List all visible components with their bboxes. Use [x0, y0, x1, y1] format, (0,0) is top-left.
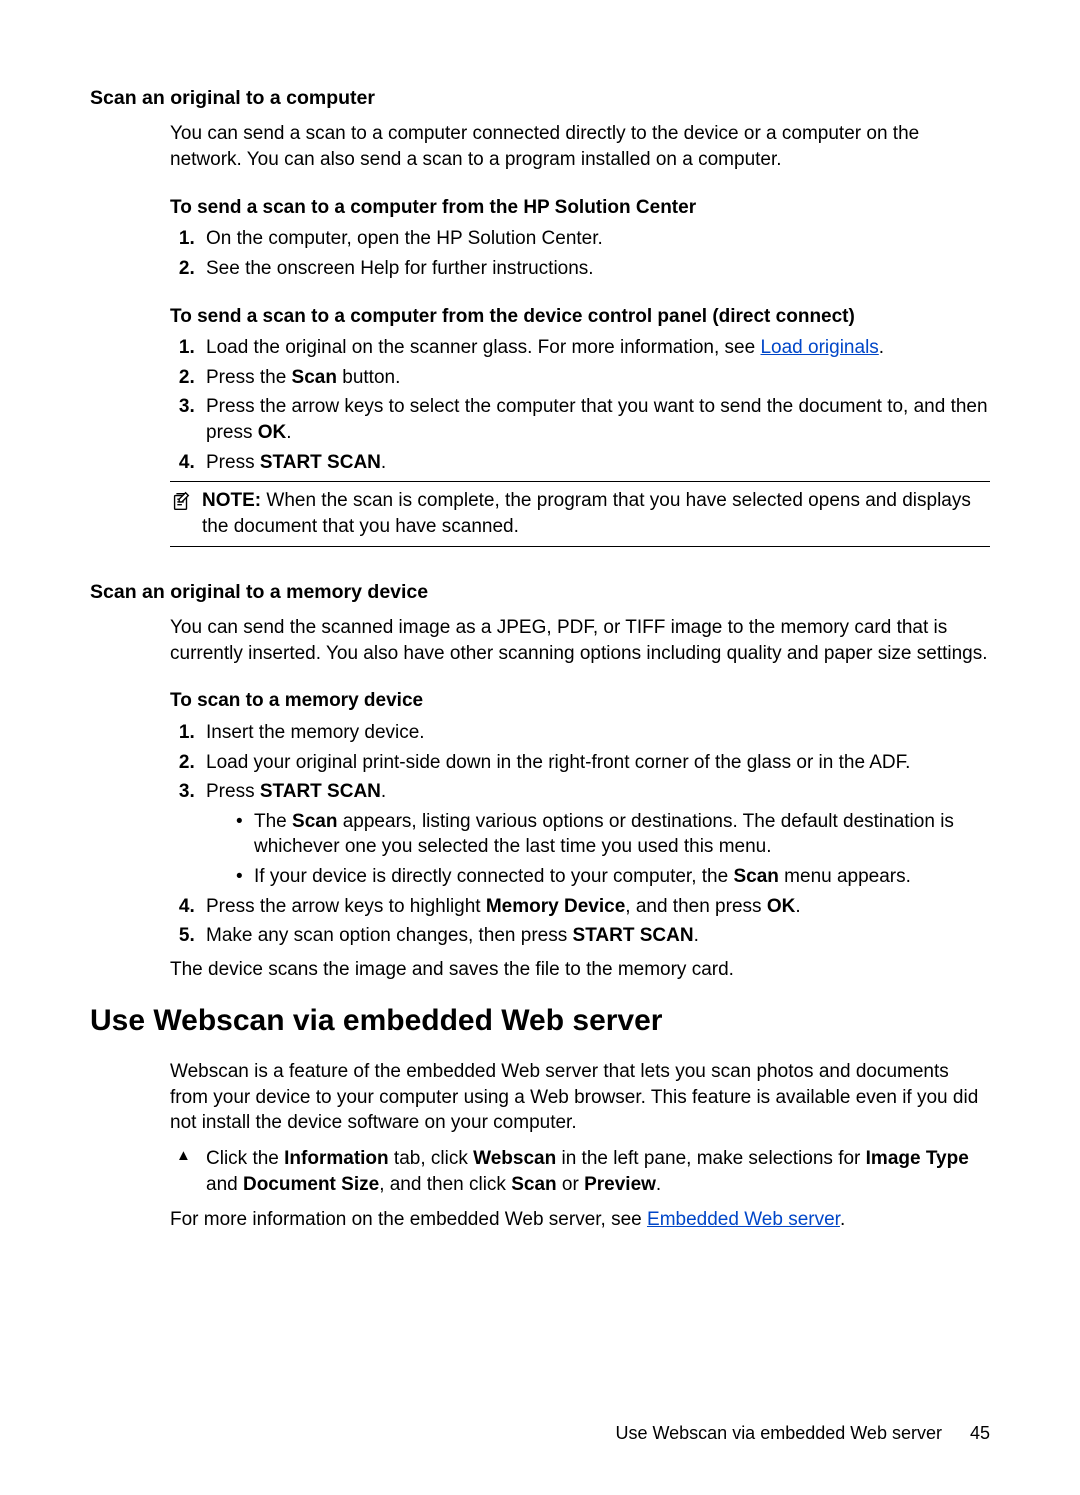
list-item: See the onscreen Help for further instru…	[200, 256, 990, 282]
text: .	[381, 452, 386, 473]
text: appears, listing various options or dest…	[254, 811, 954, 858]
link-load-originals[interactable]: Load originals	[760, 337, 878, 358]
ui-ref: Document Size	[243, 1174, 379, 1195]
ui-ref: START SCAN	[260, 452, 381, 473]
intro-para: Webscan is a feature of the embedded Web…	[170, 1059, 990, 1136]
link-embedded-web-server[interactable]: Embedded Web server	[647, 1209, 840, 1230]
ui-ref: START SCAN	[573, 925, 694, 946]
footer-title: Use Webscan via embedded Web server	[615, 1423, 942, 1443]
list-item: Press START SCAN. The Scan appears, list…	[200, 779, 990, 890]
ui-ref: Memory Device	[486, 896, 625, 917]
intro-para: You can send the scanned image as a JPEG…	[170, 615, 990, 666]
subheading-memory-device: To scan to a memory device	[170, 688, 990, 714]
text: Load the original on the scanner glass. …	[206, 337, 760, 358]
steps-memory-device: Insert the memory device. Load your orig…	[170, 720, 990, 949]
page-number: 45	[970, 1423, 990, 1443]
list-item: Make any scan option changes, then press…	[200, 923, 990, 949]
list-item: The Scan appears, listing various option…	[236, 809, 990, 860]
list-item: Press the arrow keys to select the compu…	[200, 394, 990, 445]
text: Press the arrow keys to select the compu…	[206, 396, 988, 443]
text: The	[254, 811, 292, 832]
text: or	[557, 1174, 584, 1195]
list-item: Press the arrow keys to highlight Memory…	[200, 894, 990, 920]
outro-para: For more information on the embedded Web…	[170, 1207, 990, 1233]
ui-ref: OK	[767, 896, 796, 917]
list-item: Insert the memory device.	[200, 720, 990, 746]
text: and	[206, 1174, 243, 1195]
heading-scan-to-memory: Scan an original to a memory device	[90, 579, 990, 605]
text: .	[879, 337, 884, 358]
text: If your device is directly connected to …	[254, 866, 733, 887]
steps-control-panel: Load the original on the scanner glass. …	[170, 335, 990, 475]
ui-ref: Scan	[292, 811, 337, 832]
heading-scan-to-computer: Scan an original to a computer	[90, 85, 990, 111]
ui-ref: Preview	[584, 1174, 656, 1195]
page-footer: Use Webscan via embedded Web server 45	[615, 1421, 990, 1445]
ui-ref: Information	[284, 1148, 389, 1169]
text: , and then click	[379, 1174, 511, 1195]
steps-solution-center: On the computer, open the HP Solution Ce…	[170, 226, 990, 281]
text: Press the arrow keys to highlight	[206, 896, 486, 917]
ui-ref: Image Type	[866, 1148, 969, 1169]
ui-ref: Scan	[733, 866, 778, 887]
sub-bullets: The Scan appears, listing various option…	[206, 809, 990, 890]
text: .	[286, 422, 291, 443]
list-item: Press START SCAN.	[200, 450, 990, 476]
text: For more information on the embedded Web…	[170, 1209, 647, 1230]
note-label: NOTE:	[202, 490, 261, 511]
ui-ref: Webscan	[473, 1148, 556, 1169]
list-item: If your device is directly connected to …	[236, 864, 990, 890]
text: Click the	[206, 1148, 284, 1169]
ui-ref: Scan	[292, 367, 337, 388]
text: Press the	[206, 367, 292, 388]
text: , and then press	[625, 896, 767, 917]
text: .	[381, 781, 386, 802]
text: .	[840, 1209, 845, 1230]
ui-ref: START SCAN	[260, 781, 381, 802]
ui-ref: OK	[258, 422, 287, 443]
note-text: NOTE: When the scan is complete, the pro…	[202, 488, 990, 539]
heading-webscan: Use Webscan via embedded Web server	[90, 1001, 990, 1042]
subheading-solution-center: To send a scan to a computer from the HP…	[170, 195, 990, 221]
text: tab, click	[389, 1148, 473, 1169]
text: When the scan is complete, the program t…	[202, 490, 971, 537]
list-item: Load the original on the scanner glass. …	[200, 335, 990, 361]
outro-para: The device scans the image and saves the…	[170, 957, 990, 983]
list-item: Click the Information tab, click Webscan…	[200, 1146, 990, 1197]
list-item: Press the Scan button.	[200, 365, 990, 391]
text: menu appears.	[779, 866, 911, 887]
ui-ref: Scan	[511, 1174, 556, 1195]
text: .	[694, 925, 699, 946]
text: Press	[206, 781, 260, 802]
text: Press	[206, 452, 260, 473]
subheading-control-panel: To send a scan to a computer from the de…	[170, 304, 990, 330]
text: in the left pane, make selections for	[556, 1148, 865, 1169]
intro-para: You can send a scan to a computer connec…	[170, 121, 990, 172]
text: Make any scan option changes, then press	[206, 925, 573, 946]
list-item: Load your original print-side down in th…	[200, 750, 990, 776]
text: .	[795, 896, 800, 917]
steps-webscan: Click the Information tab, click Webscan…	[170, 1146, 990, 1197]
note-icon	[170, 488, 192, 539]
note-box: NOTE: When the scan is complete, the pro…	[170, 481, 990, 546]
list-item: On the computer, open the HP Solution Ce…	[200, 226, 990, 252]
text: button.	[337, 367, 400, 388]
text: .	[656, 1174, 661, 1195]
